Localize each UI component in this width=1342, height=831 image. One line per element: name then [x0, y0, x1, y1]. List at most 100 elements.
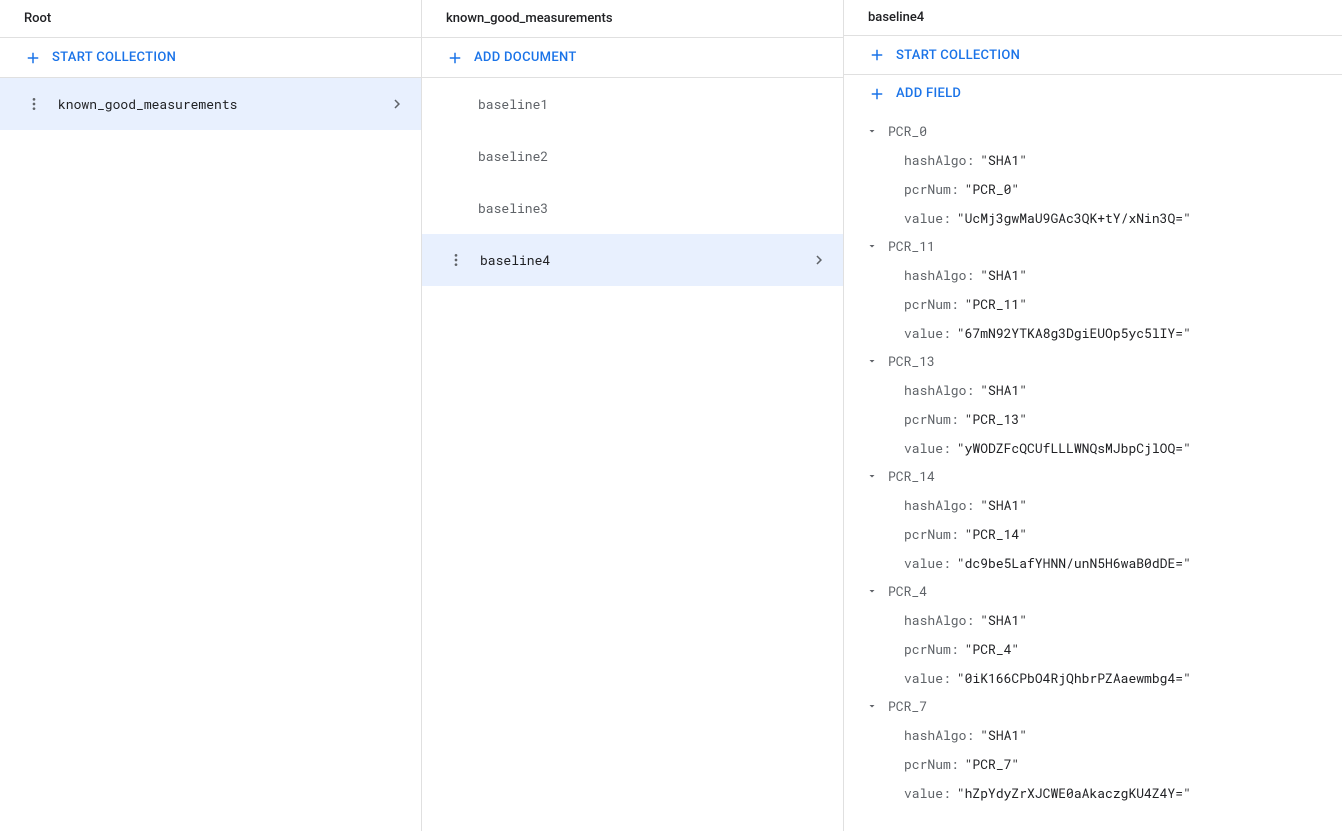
field-value: "PCR_0" [965, 180, 1020, 198]
field-group: PCR_13hashAlgo:"SHA1"pcrNum:"PCR_13"valu… [844, 347, 1342, 462]
field-row[interactable]: value:"0iK166CPbO4RjQhbrPZAaewmbg4=" [844, 663, 1342, 692]
field-value: "SHA1" [980, 611, 1027, 629]
field-key: hashAlgo [904, 151, 966, 169]
field-row[interactable]: pcrNum:"PCR_11" [844, 289, 1342, 318]
field-value: "PCR_7" [965, 755, 1020, 773]
field-value: "hZpYdyZrXJCWE0aAkaczgKU4Z4Y=" [957, 784, 1191, 802]
field-row[interactable]: hashAlgo:"SHA1" [844, 260, 1342, 289]
root-column: Root START COLLECTION known_good_measure… [0, 0, 422, 831]
colon: : [966, 611, 980, 629]
field-key: value [904, 554, 943, 572]
add-field-label: ADD FIELD [896, 86, 961, 101]
field-group-name: PCR_0 [884, 122, 927, 140]
field-group-header[interactable]: PCR_4 [844, 577, 1342, 605]
expand-icon [860, 355, 884, 367]
more-icon[interactable] [24, 96, 44, 112]
document-item-label: baseline2 [478, 147, 548, 165]
expand-icon [860, 240, 884, 252]
field-value: "SHA1" [980, 151, 1027, 169]
field-group-name: PCR_7 [884, 697, 927, 715]
field-group-header[interactable]: PCR_13 [844, 347, 1342, 375]
field-group-header[interactable]: PCR_7 [844, 692, 1342, 720]
field-group: PCR_4hashAlgo:"SHA1"pcrNum:"PCR_4"value:… [844, 577, 1342, 692]
field-value: "PCR_11" [965, 295, 1027, 313]
expand-icon [860, 700, 884, 712]
field-key: hashAlgo [904, 381, 966, 399]
field-row[interactable]: value:"yWODZFcQCUfLLLWNQsMJbpCjlOQ=" [844, 433, 1342, 462]
field-group-name: PCR_11 [884, 237, 935, 255]
add-document-label: ADD DOCUMENT [474, 50, 577, 65]
colon: : [966, 151, 980, 169]
field-row[interactable]: value:"dc9be5LafYHNN/unN5H6waB0dDE=" [844, 548, 1342, 577]
field-key: hashAlgo [904, 611, 966, 629]
field-key: value [904, 784, 943, 802]
start-subcollection-button[interactable]: START COLLECTION [844, 36, 1342, 74]
field-row[interactable]: value:"67mN92YTKA8g3DgiEUOp5yc5lIY=" [844, 318, 1342, 347]
field-group: PCR_0hashAlgo:"SHA1"pcrNum:"PCR_0"value:… [844, 117, 1342, 232]
field-key: hashAlgo [904, 266, 966, 284]
collection-item[interactable]: known_good_measurements [0, 78, 421, 130]
document-item-label: baseline4 [480, 251, 550, 269]
collection-item-label: known_good_measurements [58, 95, 237, 113]
field-row[interactable]: pcrNum:"PCR_13" [844, 404, 1342, 433]
colon: : [943, 669, 957, 687]
document-header: baseline4 [844, 0, 1342, 36]
field-row[interactable]: hashAlgo:"SHA1" [844, 490, 1342, 519]
plus-icon [868, 46, 886, 64]
field-value: "SHA1" [980, 266, 1027, 284]
field-row[interactable]: hashAlgo:"SHA1" [844, 605, 1342, 634]
field-group: PCR_14hashAlgo:"SHA1"pcrNum:"PCR_14"valu… [844, 462, 1342, 577]
field-value: "67mN92YTKA8g3DgiEUOp5yc5lIY=" [957, 324, 1191, 342]
start-subcollection-label: START COLLECTION [896, 48, 1020, 63]
more-icon[interactable] [446, 252, 466, 268]
colon: : [966, 496, 980, 514]
field-value: "SHA1" [980, 726, 1027, 744]
field-row[interactable]: pcrNum:"PCR_4" [844, 634, 1342, 663]
document-item[interactable]: baseline2 [422, 130, 843, 182]
colon: : [943, 554, 957, 572]
field-value: "PCR_4" [965, 640, 1020, 658]
field-key: pcrNum [904, 525, 951, 543]
colon: : [951, 525, 965, 543]
start-collection-button[interactable]: START COLLECTION [0, 38, 421, 78]
colon: : [943, 784, 957, 802]
field-key: hashAlgo [904, 726, 966, 744]
document-column: baseline4 START COLLECTION ADD FIELD PCR… [844, 0, 1342, 831]
field-row[interactable]: hashAlgo:"SHA1" [844, 720, 1342, 749]
field-group-header[interactable]: PCR_11 [844, 232, 1342, 260]
field-key: hashAlgo [904, 496, 966, 514]
colon: : [951, 755, 965, 773]
colon: : [951, 180, 965, 198]
colon: : [966, 266, 980, 284]
field-group: PCR_11hashAlgo:"SHA1"pcrNum:"PCR_11"valu… [844, 232, 1342, 347]
field-row[interactable]: hashAlgo:"SHA1" [844, 145, 1342, 174]
add-document-button[interactable]: ADD DOCUMENT [422, 38, 843, 78]
field-row[interactable]: hashAlgo:"SHA1" [844, 375, 1342, 404]
field-key: pcrNum [904, 640, 951, 658]
document-item-label: baseline3 [478, 199, 548, 217]
expand-icon [860, 125, 884, 137]
collection-column: known_good_measurements ADD DOCUMENT bas… [422, 0, 844, 831]
plus-icon [24, 49, 42, 67]
plus-icon [868, 85, 886, 103]
field-value: "UcMj3gwMaU9GAc3QK+tY/xNin3Q=" [957, 209, 1191, 227]
document-item[interactable]: baseline4 [422, 234, 843, 286]
document-title: baseline4 [868, 10, 924, 25]
document-item[interactable]: baseline3 [422, 182, 843, 234]
field-value: "PCR_14" [965, 525, 1027, 543]
colon: : [951, 295, 965, 313]
field-row[interactable]: pcrNum:"PCR_14" [844, 519, 1342, 548]
field-row[interactable]: value:"hZpYdyZrXJCWE0aAkaczgKU4Z4Y=" [844, 778, 1342, 807]
field-key: pcrNum [904, 755, 951, 773]
add-field-button[interactable]: ADD FIELD [844, 75, 1342, 113]
field-row[interactable]: pcrNum:"PCR_0" [844, 174, 1342, 203]
field-group-header[interactable]: PCR_0 [844, 117, 1342, 145]
expand-icon [860, 470, 884, 482]
expand-icon [860, 585, 884, 597]
field-key: pcrNum [904, 180, 951, 198]
document-item[interactable]: baseline1 [422, 78, 843, 130]
colon: : [966, 726, 980, 744]
field-group-header[interactable]: PCR_14 [844, 462, 1342, 490]
field-row[interactable]: pcrNum:"PCR_7" [844, 749, 1342, 778]
field-row[interactable]: value:"UcMj3gwMaU9GAc3QK+tY/xNin3Q=" [844, 203, 1342, 232]
